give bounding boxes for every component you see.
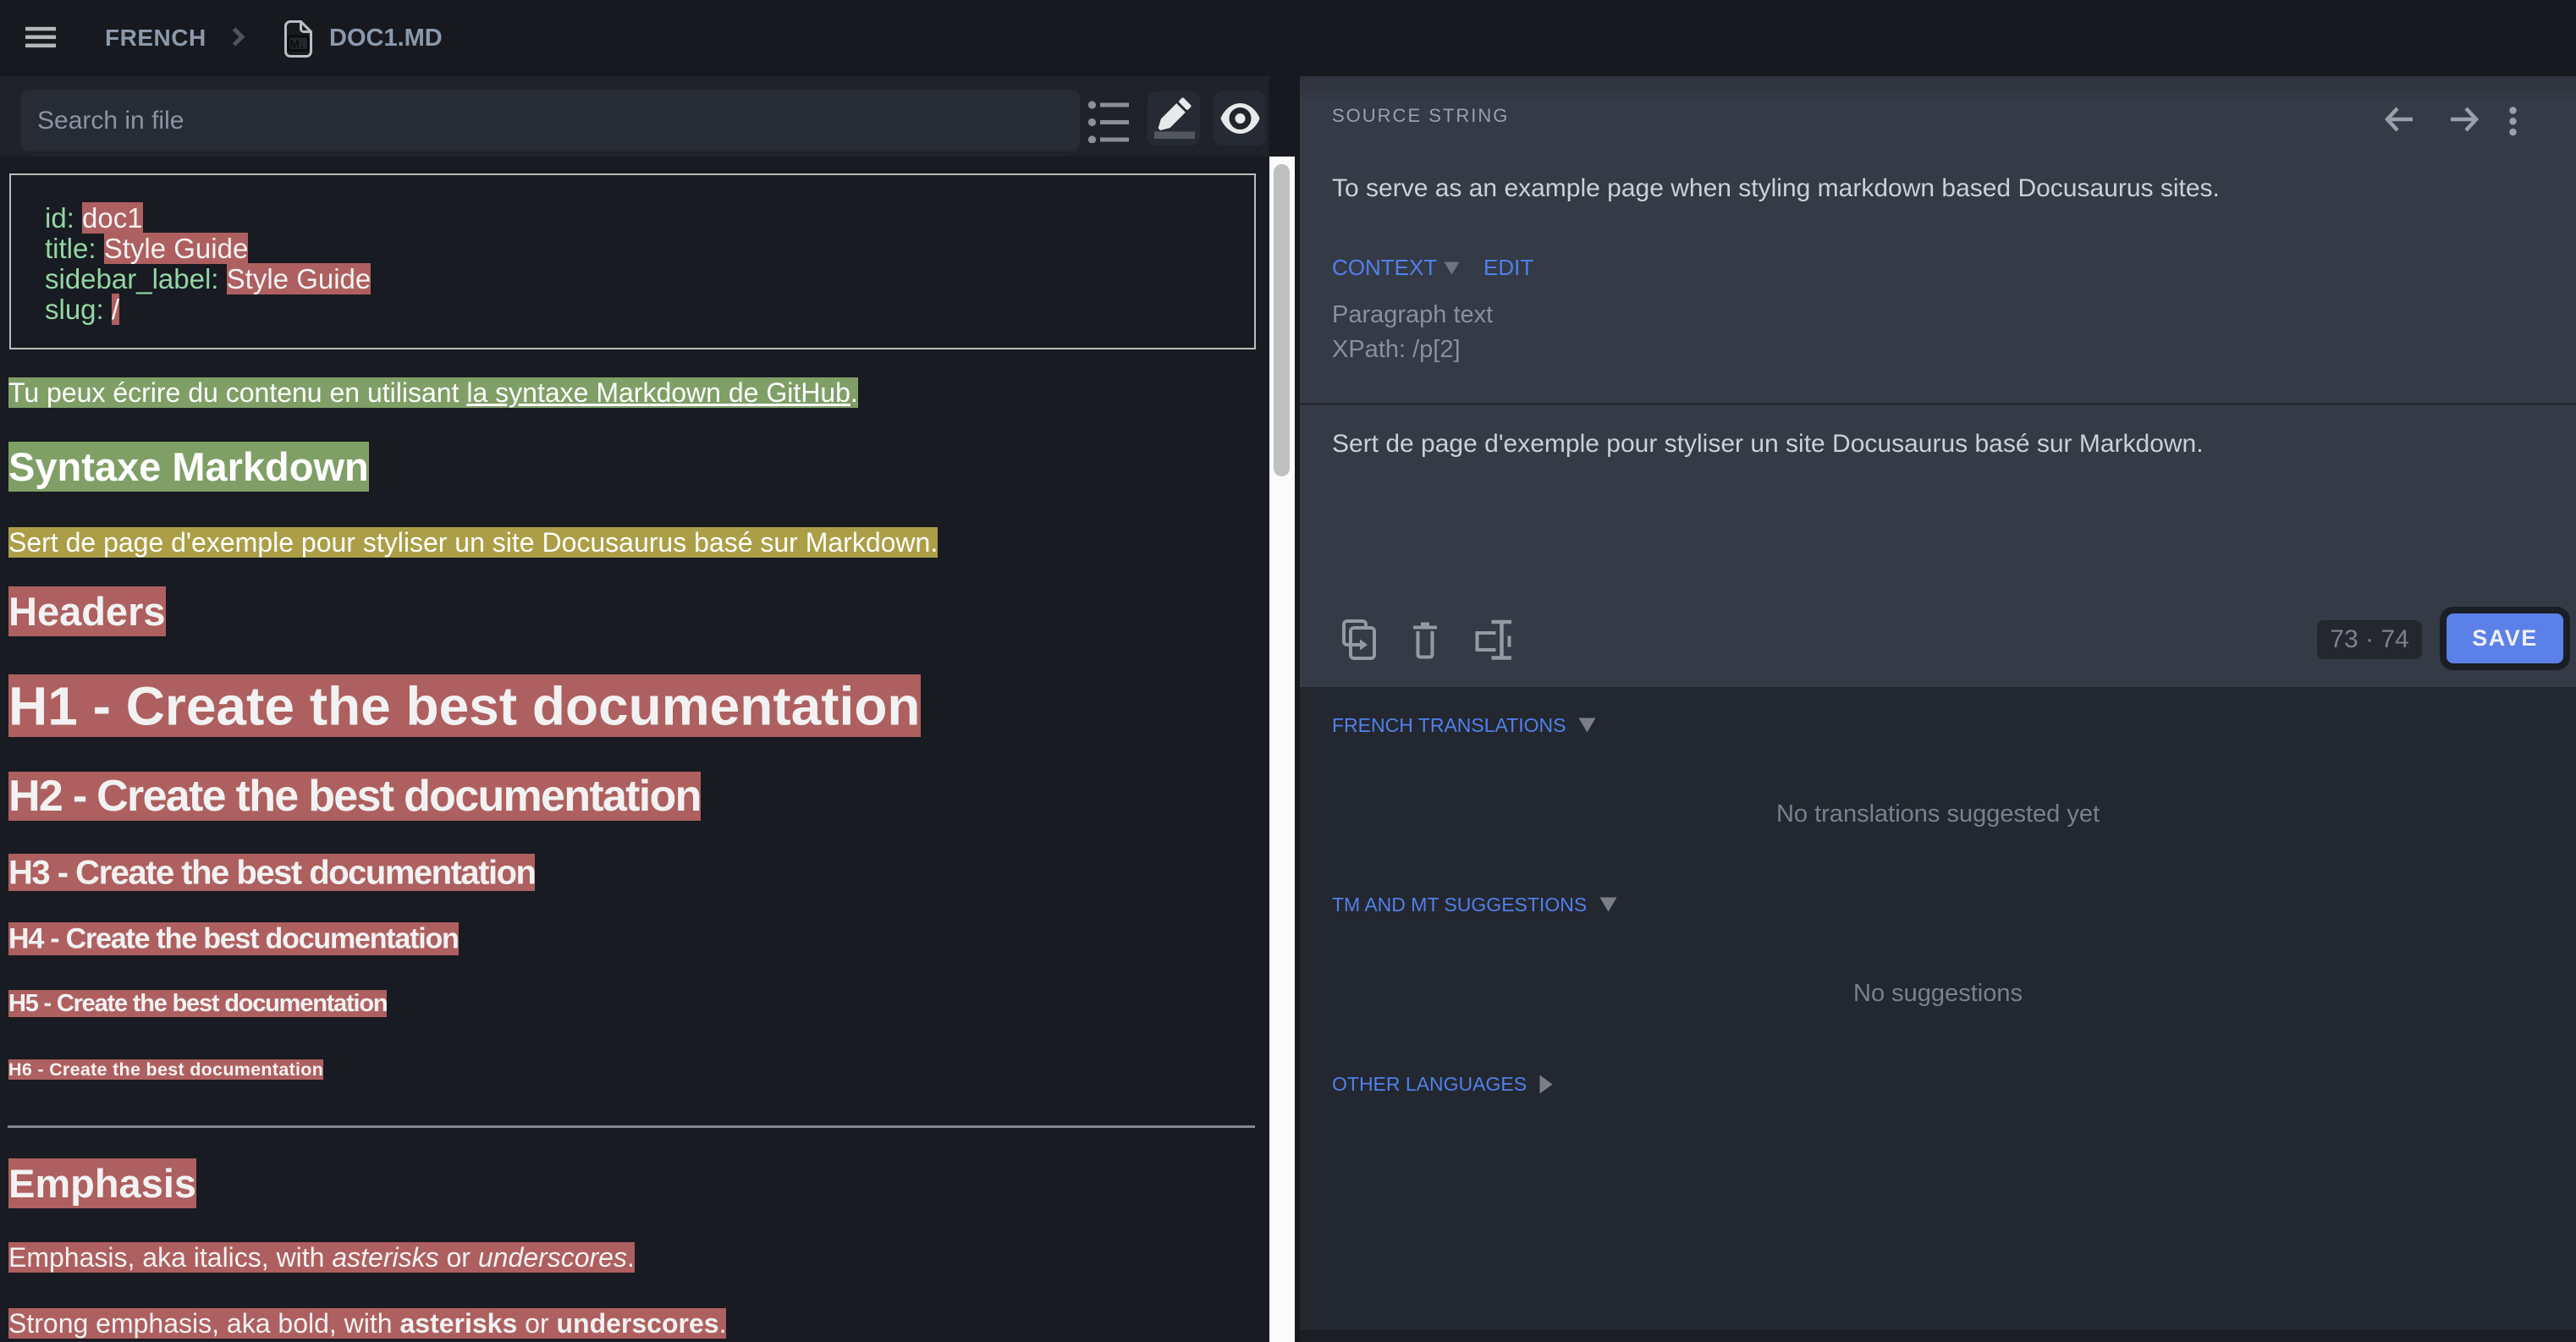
svg-text:M↓: M↓ (290, 38, 305, 51)
